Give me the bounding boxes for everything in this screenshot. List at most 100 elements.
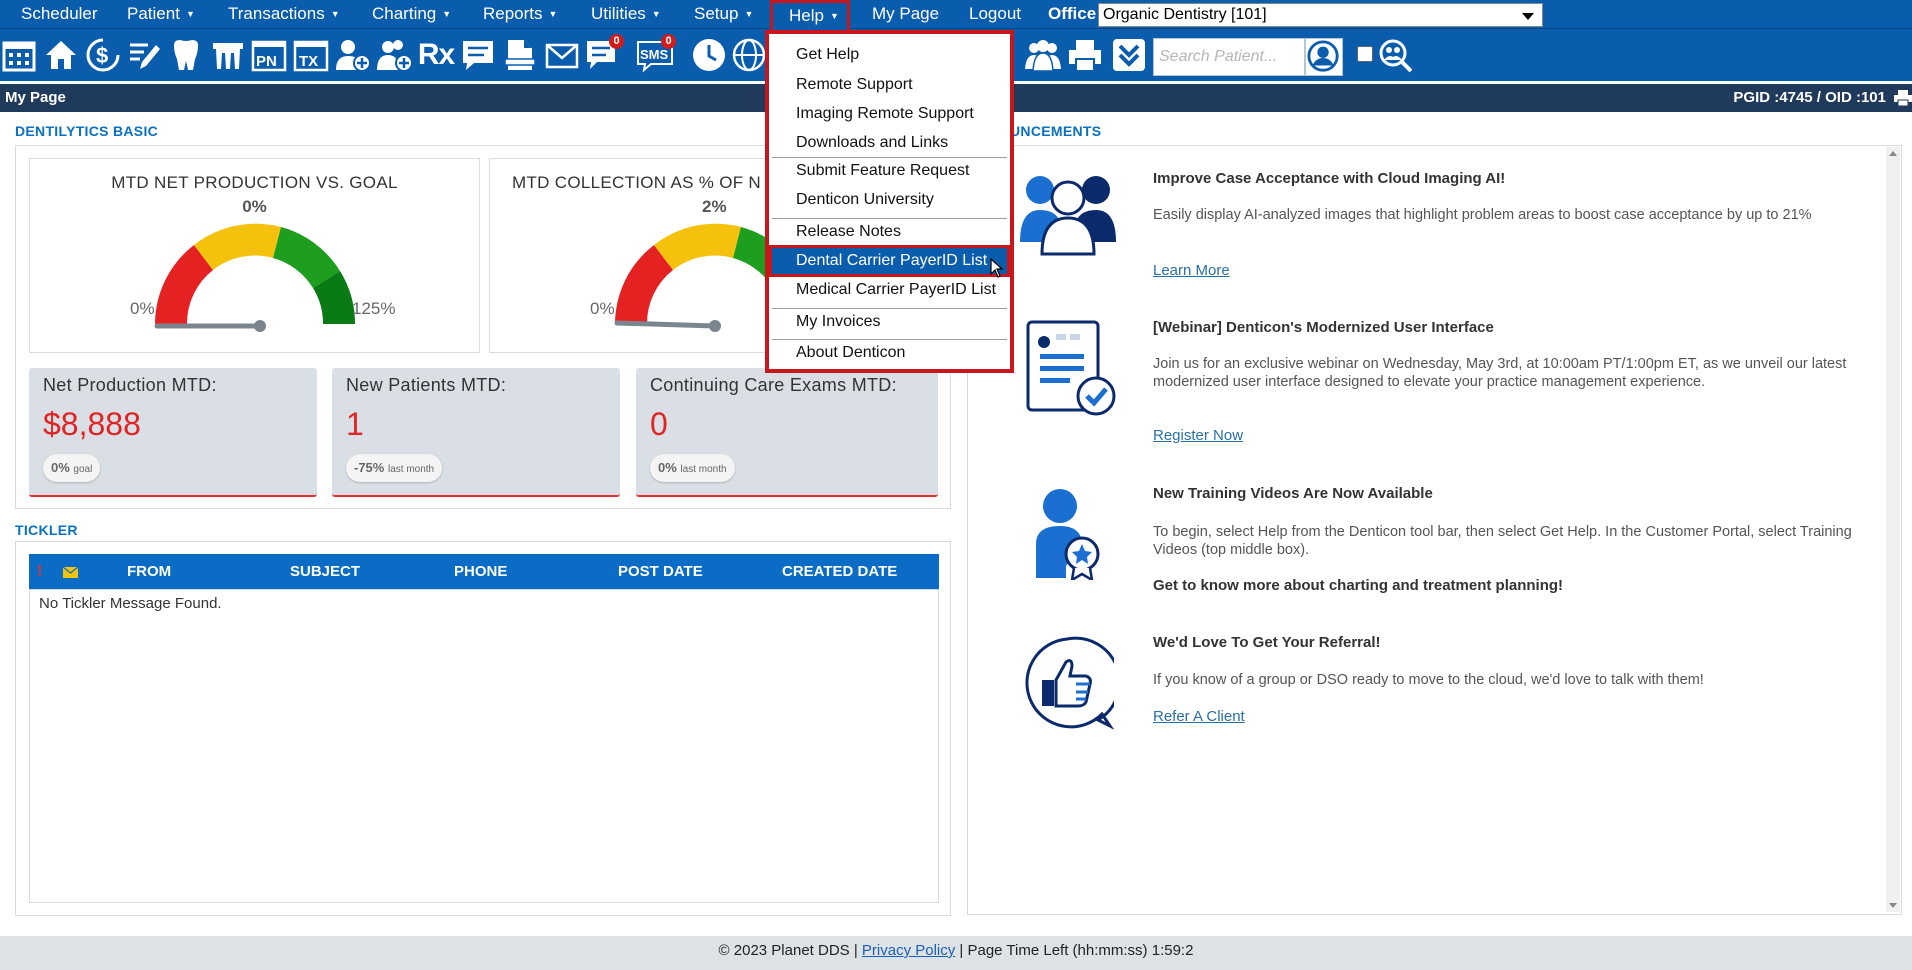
thumbs-up-icon <box>1025 636 1114 730</box>
document-icon[interactable] <box>501 36 539 74</box>
col-post-date[interactable]: POST DATE <box>618 563 703 580</box>
dollar-refresh-icon[interactable]: $ <box>84 36 122 74</box>
printer-icon[interactable] <box>1066 36 1104 74</box>
caret-down-icon: ▼ <box>330 9 340 19</box>
sms-icon[interactable]: SMS 0 <box>636 34 676 74</box>
expand-down-icon[interactable] <box>1110 36 1148 74</box>
patient-search-button[interactable] <box>1305 38 1343 76</box>
add-family-icon[interactable] <box>376 36 414 74</box>
globe-icon[interactable] <box>730 36 768 74</box>
announcement-title: [Webinar] Denticon's Modernized User Int… <box>1153 319 1494 336</box>
stat-label: Net Production MTD: <box>43 375 217 395</box>
nav-setup[interactable]: Setup ▼ <box>694 4 753 24</box>
help-denticon-university[interactable]: Denticon University <box>772 187 1007 213</box>
gauge-min: 0% <box>590 299 615 318</box>
caret-down-icon: ▼ <box>651 9 661 19</box>
stat-value: 0 <box>650 406 668 442</box>
svg-text:SMS: SMS <box>640 47 669 62</box>
print-icon[interactable] <box>1894 90 1912 106</box>
nav-transactions[interactable]: Transactions ▼ <box>228 4 340 24</box>
add-patient-icon[interactable] <box>334 36 372 74</box>
tickler-list <box>29 589 939 903</box>
group-icon[interactable] <box>1024 36 1062 74</box>
tooth-icon[interactable] <box>167 36 205 74</box>
scroll-up-icon[interactable] <box>1889 151 1897 156</box>
gauge-net-production: MTD NET PRODUCTION VS. GOAL 0% 0% 125% <box>29 158 480 353</box>
col-subject[interactable]: SUBJECT <box>290 563 360 580</box>
help-imaging-remote-support[interactable]: Imaging Remote Support <box>772 101 1007 127</box>
caret-down-icon: ▼ <box>185 9 195 19</box>
caret-down-icon: ▼ <box>442 9 452 19</box>
scroll-down-icon[interactable] <box>1889 903 1897 908</box>
help-release-notes[interactable]: Release Notes <box>772 218 1007 244</box>
toolbar-checkbox[interactable] <box>1357 46 1373 62</box>
svg-text:$: $ <box>96 43 108 68</box>
svg-text:TX: TX <box>299 53 318 70</box>
stat-new-patients: New Patients MTD: 1 -75% last month <box>332 368 620 497</box>
checklist-document-icon <box>1026 320 1116 416</box>
nav-my-page[interactable]: My Page <box>872 4 939 24</box>
sms-badge: 0 <box>661 34 676 49</box>
nav-reports[interactable]: Reports ▼ <box>483 4 557 24</box>
search-box <box>1153 38 1305 76</box>
refer-client-link[interactable]: Refer A Client <box>1153 708 1245 725</box>
help-medical-carrier-payerid[interactable]: Medical Carrier PayerID List <box>772 277 1007 303</box>
help-about-denticon[interactable]: About Denticon <box>772 339 1007 365</box>
tickler-header: ! FROM SUBJECT PHONE POST DATE CREATED D… <box>29 554 939 589</box>
register-now-link[interactable]: Register Now <box>1153 427 1243 444</box>
nav-utilities[interactable]: Utilities ▼ <box>591 4 661 24</box>
announcement-subtitle: Get to know more about charting and trea… <box>1153 577 1564 594</box>
stat-pill: 0% last month <box>650 454 735 482</box>
mail-icon[interactable] <box>543 36 581 74</box>
tx-icon[interactable]: TX <box>292 36 330 74</box>
help-remote-support[interactable]: Remote Support <box>772 72 1007 98</box>
nav-patient[interactable]: Patient ▼ <box>127 4 195 24</box>
top-nav: Scheduler Patient ▼ Transactions ▼ Chartin… <box>0 0 1912 29</box>
clock-icon[interactable] <box>690 36 728 74</box>
stat-value: $8,888 <box>43 406 141 442</box>
col-created-date[interactable]: CREATED DATE <box>782 563 897 580</box>
help-my-invoices[interactable]: My Invoices <box>772 308 1007 334</box>
col-from[interactable]: FROM <box>127 563 171 580</box>
help-get-help[interactable]: Get Help <box>772 42 1007 68</box>
help-dental-carrier-payerid[interactable]: Dental Carrier PayerID List <box>769 245 1010 277</box>
dentilytics-label: DENTILYTICS BASIC <box>15 123 159 139</box>
search-patient-input[interactable] <box>1154 39 1304 75</box>
messages-icon[interactable]: 0 <box>584 34 624 74</box>
pn-icon[interactable]: PN <box>250 36 288 74</box>
chat-note-icon[interactable] <box>459 36 497 74</box>
teeth-chart-icon[interactable] <box>209 36 247 74</box>
page-ids: PGID :4745 / OID :101 <box>1733 89 1886 106</box>
caret-down-icon: ▼ <box>548 9 558 19</box>
office-select[interactable]: Organic Dentistry [101] <box>1098 3 1543 27</box>
announcement-text: Join us for an exclusive webinar on Wedn… <box>1153 356 1847 390</box>
announcements-scrollbar[interactable] <box>1886 147 1900 912</box>
nav-charting[interactable]: Charting ▼ <box>372 4 451 24</box>
nav-help[interactable]: Help ▼ <box>770 0 850 31</box>
flag-icon: ! <box>37 563 43 580</box>
learn-more-link[interactable]: Learn More <box>1153 262 1230 279</box>
home-icon[interactable] <box>42 36 80 74</box>
edit-notes-icon[interactable] <box>125 36 163 74</box>
col-phone[interactable]: PHONE <box>454 563 507 580</box>
group-people-icon <box>1020 176 1116 256</box>
prescription-icon[interactable]: Rx <box>417 36 455 74</box>
calendar-icon[interactable] <box>0 36 38 74</box>
privacy-policy-link[interactable]: Privacy Policy <box>862 942 955 959</box>
mouse-cursor-icon <box>990 258 1004 278</box>
gauge-min: 0% <box>130 299 155 318</box>
nav-scheduler[interactable]: Scheduler <box>21 4 98 24</box>
announcement-title: New Training Videos Are Now Available <box>1153 485 1433 502</box>
page-title: My Page <box>5 89 66 106</box>
help-downloads-links[interactable]: Downloads and Links <box>772 130 1007 156</box>
envelope-icon <box>62 565 79 582</box>
nav-logout[interactable]: Logout <box>969 4 1021 24</box>
stat-continuing-care: Continuing Care Exams MTD: 0 0% last mon… <box>636 368 938 497</box>
stat-pill: 0% goal <box>43 454 101 482</box>
tickler-empty-message: No Tickler Message Found. <box>39 595 222 612</box>
messages-badge: 0 <box>609 34 624 49</box>
people-search-icon[interactable] <box>1376 36 1414 74</box>
help-submit-feature-request[interactable]: Submit Feature Request <box>772 157 1007 183</box>
announcements-label: UNCEMENTS <box>1010 123 1102 139</box>
certified-user-icon <box>1036 489 1100 580</box>
